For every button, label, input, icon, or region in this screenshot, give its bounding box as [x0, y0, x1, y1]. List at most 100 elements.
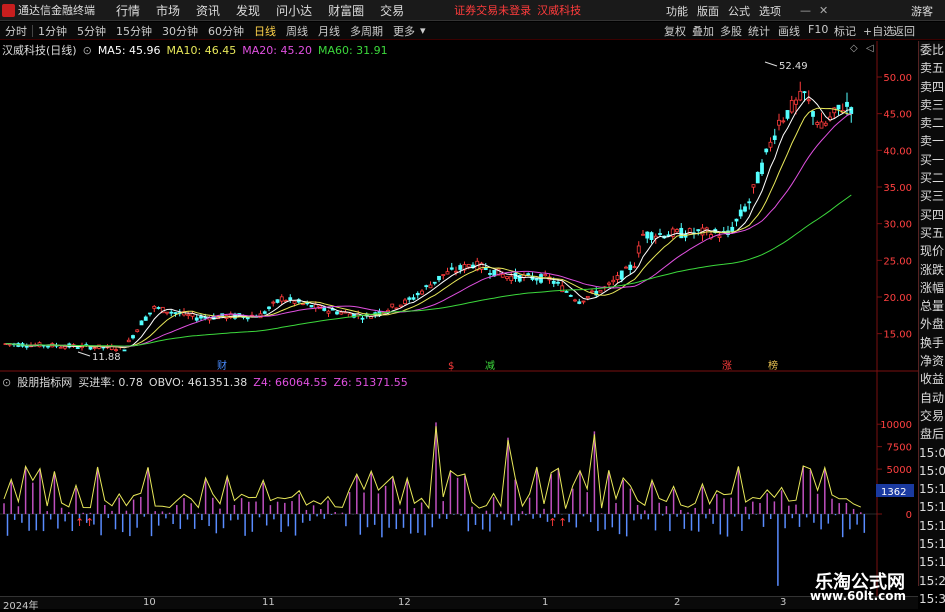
- candle-body[interactable]: [675, 229, 679, 233]
- candle-body[interactable]: [390, 303, 395, 308]
- candle-body[interactable]: [24, 345, 29, 348]
- candle-body[interactable]: [500, 273, 505, 278]
- candle-body[interactable]: [611, 279, 616, 283]
- candle-body[interactable]: [143, 316, 148, 321]
- event-marker[interactable]: 财: [217, 359, 227, 372]
- candle-body[interactable]: [641, 233, 645, 236]
- side-panel-item[interactable]: 买三: [919, 187, 945, 205]
- candle-body[interactable]: [148, 312, 152, 315]
- candle-body[interactable]: [135, 329, 140, 332]
- event-marker[interactable]: 榜: [768, 359, 778, 372]
- side-panel-item[interactable]: 交易: [919, 407, 945, 425]
- candle-body[interactable]: [267, 306, 271, 310]
- candle-body[interactable]: [152, 305, 157, 309]
- candle-body[interactable]: [743, 206, 747, 212]
- candle-body[interactable]: [658, 233, 662, 235]
- candle-body[interactable]: [577, 301, 582, 304]
- side-panel-item[interactable]: 自动: [919, 389, 945, 407]
- candle-body[interactable]: [445, 271, 450, 275]
- candle-body[interactable]: [454, 270, 458, 273]
- candle-body[interactable]: [607, 282, 611, 285]
- candle-body[interactable]: [411, 297, 416, 300]
- side-panel-item[interactable]: 外盘: [919, 315, 945, 333]
- side-panel-item[interactable]: 卖四: [919, 78, 945, 96]
- candle-body[interactable]: [46, 345, 50, 348]
- candle-body[interactable]: [632, 266, 637, 269]
- candle-body[interactable]: [543, 274, 548, 277]
- event-marker[interactable]: 涨: [722, 360, 732, 372]
- candle-body[interactable]: [173, 312, 178, 314]
- side-panel-item[interactable]: 15:15: [919, 535, 945, 553]
- candle-body[interactable]: [126, 339, 131, 343]
- candle-body[interactable]: [88, 346, 93, 350]
- candle-body[interactable]: [747, 201, 752, 204]
- candle-body[interactable]: [424, 285, 429, 288]
- candle-body[interactable]: [526, 273, 531, 276]
- candle-body[interactable]: [811, 111, 815, 117]
- side-panel-item[interactable]: 买四: [919, 206, 945, 224]
- side-panel-item[interactable]: 15:08: [919, 462, 945, 480]
- candle-body[interactable]: [326, 310, 331, 314]
- side-panel-item[interactable]: 15:25: [919, 572, 945, 590]
- candle-body[interactable]: [598, 289, 603, 293]
- candle-body[interactable]: [836, 104, 841, 110]
- side-panel-item[interactable]: 15:10: [919, 480, 945, 498]
- side-panel-item[interactable]: 15:11: [919, 517, 945, 535]
- candle-body[interactable]: [305, 302, 310, 305]
- candle-body[interactable]: [279, 296, 284, 302]
- candle-body[interactable]: [645, 231, 650, 239]
- candle-body[interactable]: [398, 304, 403, 307]
- candle-body[interactable]: [339, 311, 344, 315]
- side-panel-item[interactable]: 现价: [919, 242, 945, 260]
- side-panel-item[interactable]: 15:30: [919, 590, 945, 608]
- candle-body[interactable]: [649, 232, 654, 240]
- candle-body[interactable]: [194, 317, 199, 321]
- candle-body[interactable]: [619, 270, 624, 280]
- candle-body[interactable]: [441, 274, 446, 276]
- side-panel-item[interactable]: 买五: [919, 224, 945, 242]
- side-panel-item[interactable]: 买一: [919, 151, 945, 169]
- candle-body[interactable]: [165, 311, 169, 314]
- candle-body[interactable]: [288, 297, 293, 301]
- candle-body[interactable]: [615, 275, 620, 280]
- candle-body[interactable]: [568, 295, 573, 297]
- candle-body[interactable]: [114, 349, 118, 352]
- candle-body[interactable]: [777, 119, 781, 126]
- candle-body[interactable]: [466, 264, 471, 268]
- candle-body[interactable]: [696, 229, 701, 232]
- candle-body[interactable]: [292, 300, 297, 304]
- candle-body[interactable]: [534, 278, 539, 281]
- candle-body[interactable]: [449, 267, 454, 270]
- candle-body[interactable]: [415, 292, 420, 296]
- side-panel-item[interactable]: 卖一: [919, 132, 945, 150]
- candle-body[interactable]: [768, 141, 773, 148]
- candle-body[interactable]: [849, 107, 854, 115]
- candle-body[interactable]: [819, 121, 824, 129]
- candle-body[interactable]: [186, 313, 191, 317]
- candle-body[interactable]: [751, 184, 756, 188]
- candle-body[interactable]: [581, 300, 586, 303]
- candle-body[interactable]: [335, 311, 339, 315]
- side-panel-item[interactable]: 15:11: [919, 498, 945, 516]
- kline-chart[interactable]: 52.4911.88财 $ 减涨榜 ↑ ↑ ↑ ↑ 50.0045.0040.0035.0…: [0, 0, 918, 596]
- candle-body[interactable]: [798, 90, 803, 101]
- side-panel-item[interactable]: 卖三: [919, 96, 945, 114]
- candle-body[interactable]: [458, 265, 463, 270]
- candle-body[interactable]: [403, 299, 407, 304]
- candle-body[interactable]: [755, 171, 760, 184]
- candle-body[interactable]: [738, 209, 743, 217]
- candle-body[interactable]: [636, 245, 641, 254]
- side-panel-item[interactable]: 委比: [919, 41, 945, 59]
- candle-body[interactable]: [564, 291, 569, 293]
- candle-body[interactable]: [420, 290, 424, 295]
- candle-body[interactable]: [679, 227, 684, 239]
- candle-body[interactable]: [556, 281, 560, 284]
- candle-body[interactable]: [764, 148, 769, 153]
- event-marker[interactable]: $: [448, 361, 454, 372]
- candle-body[interactable]: [845, 101, 849, 107]
- candle-body[interactable]: [505, 276, 509, 279]
- candle-body[interactable]: [92, 347, 97, 349]
- candle-body[interactable]: [772, 135, 777, 140]
- candle-body[interactable]: [262, 311, 267, 314]
- candle-body[interactable]: [509, 275, 514, 282]
